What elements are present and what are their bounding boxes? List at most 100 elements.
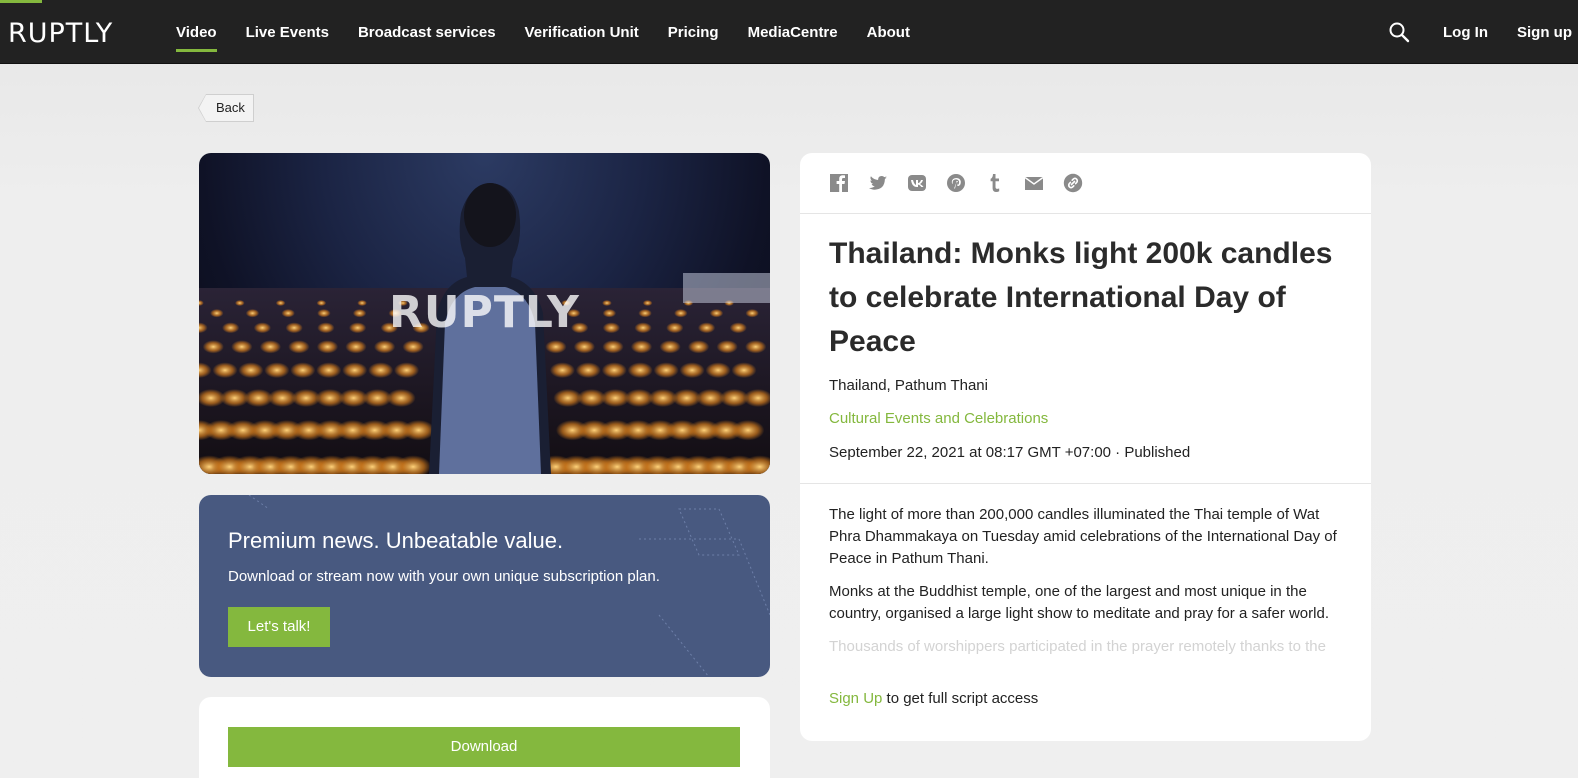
signup-script-link[interactable]: Sign Up xyxy=(829,690,882,707)
candle-light xyxy=(545,340,567,354)
article-location: Thailand, Pathum Thani xyxy=(829,377,988,394)
candle-light xyxy=(285,322,303,334)
candle-light xyxy=(316,362,342,378)
search-icon[interactable] xyxy=(1388,21,1410,43)
candle-light xyxy=(653,362,679,378)
candle-light xyxy=(627,362,653,378)
candle-light xyxy=(698,322,716,334)
candle-light xyxy=(638,309,652,318)
candle-light xyxy=(212,362,238,378)
download-button[interactable]: Download xyxy=(228,727,740,767)
article-paragraph: The light of more than 200,000 candles i… xyxy=(829,506,1337,567)
nav-item-pricing[interactable]: Pricing xyxy=(668,0,719,64)
candle-light xyxy=(716,340,738,354)
facebook-icon[interactable] xyxy=(829,173,849,193)
candle-light xyxy=(275,300,286,306)
link-icon[interactable] xyxy=(1063,173,1083,193)
candle-light xyxy=(602,340,624,354)
promo-decoration xyxy=(248,495,770,677)
candle-light xyxy=(601,362,627,378)
vk-icon[interactable] xyxy=(907,173,927,193)
twitter-icon[interactable] xyxy=(868,173,888,193)
candle-light xyxy=(731,420,765,441)
candle-light xyxy=(602,322,620,334)
nav-item-mediacentre[interactable]: MediaCentre xyxy=(748,0,838,64)
candle-light xyxy=(575,362,601,378)
article-card: Thailand: Monks light 200k candles to ce… xyxy=(800,153,1371,741)
signup-prompt-text: to get full script access xyxy=(882,690,1039,707)
candle-light xyxy=(222,322,240,334)
candle-light xyxy=(709,309,724,318)
promo-subtext: Download or stream now with your own uni… xyxy=(228,568,660,585)
candle-light xyxy=(281,309,295,318)
candle-light xyxy=(386,389,416,407)
candle-light xyxy=(288,340,310,354)
candle-light xyxy=(210,309,224,318)
tumblr-icon[interactable] xyxy=(985,173,1005,193)
candle-light xyxy=(259,340,281,354)
video-thumbnail[interactable]: RUPTLY xyxy=(199,153,770,474)
candle-light xyxy=(253,322,271,334)
signup-link[interactable]: Sign up xyxy=(1517,24,1572,41)
candle-light xyxy=(317,309,331,318)
candle-light xyxy=(705,362,731,378)
nav-item-about[interactable]: About xyxy=(867,0,910,64)
video-watermark: RUPTLY xyxy=(389,287,580,338)
nav-item-live-events[interactable]: Live Events xyxy=(246,0,329,64)
candle-light xyxy=(342,362,368,378)
signup-prompt: Sign Up to get full script access xyxy=(829,690,1038,707)
share-bar xyxy=(800,153,1371,214)
candle-light xyxy=(642,300,653,306)
candle-light xyxy=(345,340,367,354)
candle-light xyxy=(674,309,688,318)
ruptly-logo[interactable]: RUPTLY xyxy=(8,18,113,49)
candle-light xyxy=(402,340,424,354)
candle-light xyxy=(368,362,394,378)
article-body: The light of more than 200,000 candles i… xyxy=(829,504,1349,669)
article-paragraph: Monks at the Buddhist temple, one of the… xyxy=(829,583,1329,622)
nav-item-verification-unit[interactable]: Verification Unit xyxy=(525,0,639,64)
main-nav: Video Live Events Broadcast services Ver… xyxy=(176,0,939,64)
accent-strip xyxy=(0,0,42,3)
promo-banner: Premium news. Unbeatable value. Download… xyxy=(199,495,770,677)
divider xyxy=(800,483,1371,484)
top-navbar: RUPTLY Video Live Events Broadcast servi… xyxy=(0,0,1578,64)
article-paragraph-faded: Thousands of worshippers participated in… xyxy=(829,638,1326,655)
promo-heading: Premium news. Unbeatable value. xyxy=(228,528,564,553)
candle-light xyxy=(602,300,612,306)
top-right-actions: Log In Sign up xyxy=(1388,0,1572,64)
pinterest-icon[interactable] xyxy=(946,173,966,193)
nav-item-video[interactable]: Video xyxy=(176,0,217,64)
candle-light xyxy=(352,309,367,318)
candle-light xyxy=(659,340,681,354)
login-link[interactable]: Log In xyxy=(1443,24,1488,41)
candle-light xyxy=(634,322,652,334)
candle-light xyxy=(402,420,435,441)
candle-light xyxy=(679,362,705,378)
lets-talk-button[interactable]: Let's talk! xyxy=(228,607,330,647)
candle-light xyxy=(573,340,595,354)
nav-item-broadcast-services[interactable]: Broadcast services xyxy=(358,0,496,64)
candle-light xyxy=(317,322,335,334)
candle-light xyxy=(316,300,327,306)
candle-light xyxy=(357,300,367,306)
article-category-link[interactable]: Cultural Events and Celebrations xyxy=(829,410,1048,427)
download-card: Download xyxy=(199,697,770,778)
candle-light xyxy=(235,300,245,306)
candle-light xyxy=(202,340,224,354)
candle-light xyxy=(264,362,290,378)
email-icon[interactable] xyxy=(1024,173,1044,193)
candle-light xyxy=(745,309,759,318)
candle-light xyxy=(231,340,253,354)
candle-light xyxy=(745,340,767,354)
candle-light xyxy=(731,362,757,378)
candle-light xyxy=(729,322,747,334)
candle-light xyxy=(290,362,316,378)
candle-light xyxy=(316,340,339,354)
candle-light xyxy=(688,340,710,354)
candle-light xyxy=(374,340,396,354)
article-title: Thailand: Monks light 200k candles to ce… xyxy=(829,237,1333,358)
back-button[interactable]: Back xyxy=(198,94,254,122)
article-date: September 22, 2021 at 08:17 GMT +07:00 ·… xyxy=(829,444,1191,461)
candle-light xyxy=(245,309,260,318)
